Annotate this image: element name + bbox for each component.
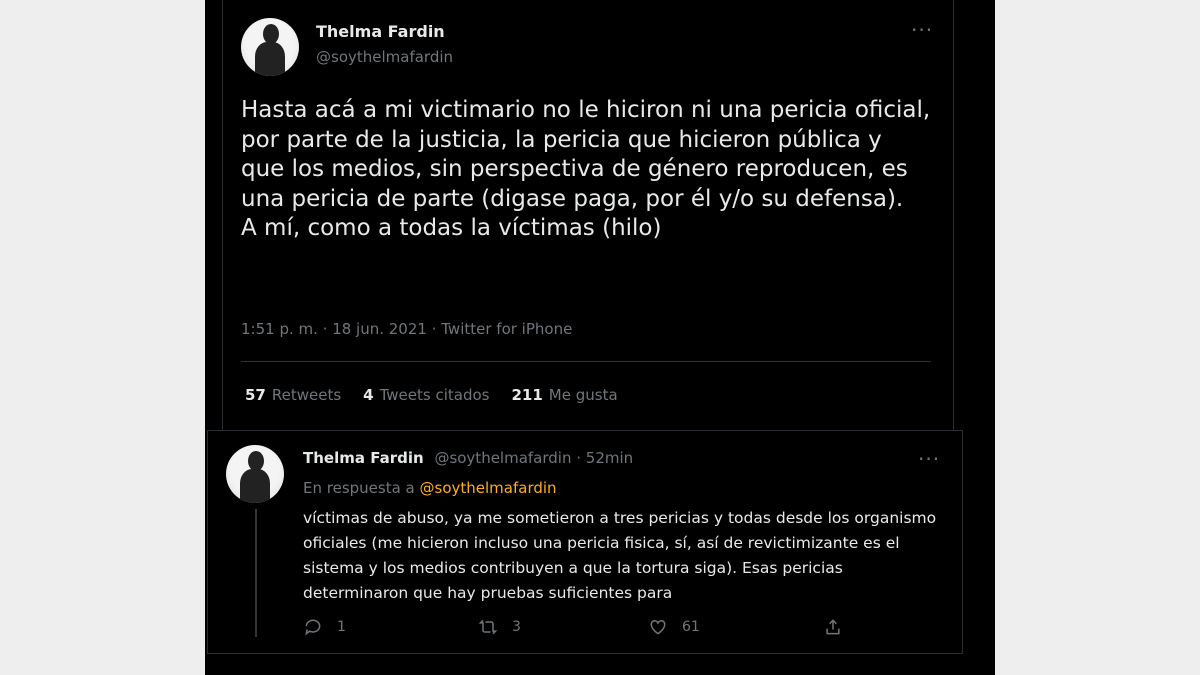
divider xyxy=(241,361,931,362)
retweet-icon xyxy=(478,619,498,635)
more-horizontal-icon[interactable]: ··· xyxy=(911,18,933,42)
tweet-text: Hasta acá a mi victimario no le hiciron … xyxy=(241,96,931,244)
like-count: 61 xyxy=(682,619,700,635)
likes-stat[interactable]: 211 Me gusta xyxy=(511,386,617,404)
thread-line xyxy=(255,509,257,637)
author-name[interactable]: Thelma Fardin xyxy=(316,22,445,41)
reply-tweet[interactable]: Thelma Fardin @soythelmafardin · 52min ·… xyxy=(207,430,963,654)
reply-count: 1 xyxy=(337,619,346,635)
more-horizontal-icon[interactable]: ··· xyxy=(918,447,940,471)
author-name[interactable]: Thelma Fardin xyxy=(303,449,424,467)
reply-button[interactable]: 1 xyxy=(303,617,346,637)
heart-icon xyxy=(650,619,666,635)
share-button[interactable] xyxy=(823,617,843,637)
retweets-stat[interactable]: 57 Retweets xyxy=(245,386,341,404)
tweet-stats: 57 Retweets 4 Tweets citados 211 Me gusta xyxy=(245,386,618,404)
author-handle[interactable]: @soythelmafardin xyxy=(316,48,453,66)
share-icon xyxy=(826,619,840,635)
reply-context: En respuesta a @soythelmafardin xyxy=(303,479,557,497)
retweet-count: 3 xyxy=(512,619,521,635)
tweet-text-line: Hasta acá a mi victimario no le hiciron … xyxy=(241,97,931,212)
reply-icon xyxy=(305,619,321,636)
reply-mention-link[interactable]: @soythelmafardin xyxy=(420,479,557,497)
author-handle[interactable]: @soythelmafardin xyxy=(434,449,571,467)
quotes-stat[interactable]: 4 Tweets citados xyxy=(363,386,489,404)
tweet-text-line: A mí, como a todas la víctimas (hilo) xyxy=(241,215,662,242)
like-button[interactable]: 61 xyxy=(648,617,700,637)
reply-actions: 1 3 61 xyxy=(303,617,943,641)
reply-time[interactable]: · 52min xyxy=(576,449,633,467)
tweet-timestamp[interactable]: 1:51 p. m. · 18 jun. 2021 · Twitter for … xyxy=(241,320,572,338)
avatar[interactable] xyxy=(226,445,284,503)
reply-header: Thelma Fardin @soythelmafardin · 52min xyxy=(303,449,633,467)
reply-text: víctimas de abuso, ya me sometieron a tr… xyxy=(303,509,937,602)
reply-prefix: En respuesta a xyxy=(303,479,415,497)
avatar[interactable] xyxy=(241,18,299,76)
retweet-button[interactable]: 3 xyxy=(478,617,521,637)
main-tweet[interactable]: Thelma Fardin @soythelmafardin ··· Hasta… xyxy=(222,0,954,430)
